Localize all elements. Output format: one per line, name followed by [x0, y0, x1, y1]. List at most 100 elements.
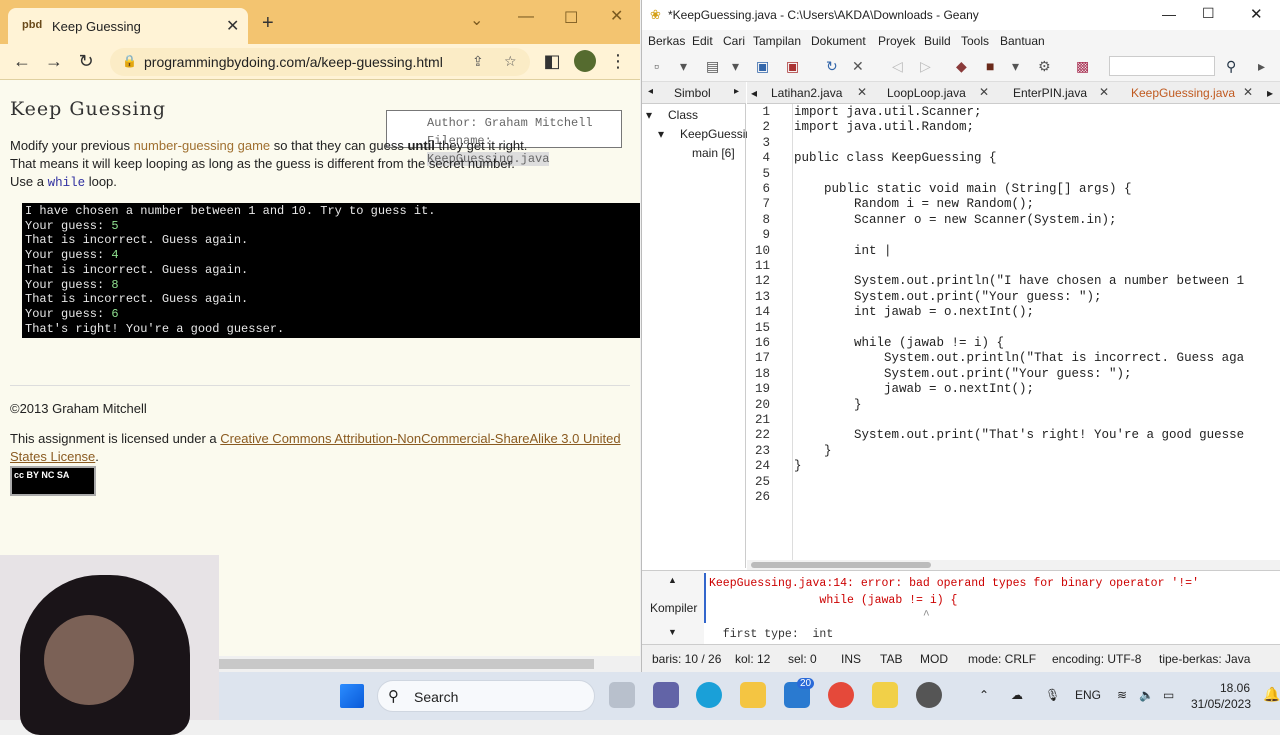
scrollbar-thumb[interactable] [751, 562, 931, 568]
code-editor[interactable]: 1 2 3 4 5 6 7 8 9 10 11 12 13 14 15 16 17 18 19 20 21 22 23 24 2… [747, 104, 1280, 560]
close-file-icon[interactable]: ✕ [852, 58, 864, 75]
code-line[interactable]: System.out.println("I have chosen a numb… [794, 274, 1244, 288]
code-line[interactable]: import java.util.Scanner; [794, 105, 982, 119]
code-line[interactable]: } [794, 444, 832, 458]
search-input[interactable] [1109, 56, 1215, 76]
start-windows-icon[interactable] [340, 684, 364, 708]
color-chooser-icon[interactable]: ▩ [1076, 58, 1089, 75]
microphone-icon[interactable]: 🎙 [1045, 688, 1060, 702]
file-tab-looploop[interactable]: LoopLoop.java [887, 86, 966, 100]
close-tab-icon[interactable]: ✕ [979, 85, 989, 99]
menu-berkas[interactable]: Berkas [648, 34, 685, 48]
address-bar[interactable]: 🔒 programmingbydoing.com/a/keep-guessing… [110, 48, 530, 76]
horizontal-scrollbar[interactable] [219, 656, 640, 672]
code-line[interactable]: System.out.print("Your guess: "); [794, 290, 1102, 304]
navigate-forward-icon[interactable]: ▷ [920, 58, 931, 75]
wifi-icon[interactable]: ≋ [1117, 688, 1127, 702]
edge-icon[interactable] [696, 682, 722, 708]
cc-license-badge[interactable]: cc BY NC SA [10, 466, 96, 496]
file-tab-latihan2[interactable]: Latihan2.java [771, 86, 842, 100]
recorder-icon[interactable] [916, 682, 942, 708]
arrow-up-icon[interactable]: ▲ [668, 575, 677, 585]
menu-proyek[interactable]: Proyek [878, 34, 915, 48]
reload-file-icon[interactable]: ↻ [826, 58, 838, 75]
number-guessing-link[interactable]: number-guessing game [134, 138, 271, 153]
chrome-icon[interactable] [828, 682, 854, 708]
tab-scroll-right-icon[interactable]: ▸ [1267, 86, 1273, 100]
arrow-right-icon[interactable]: ▸ [734, 86, 739, 97]
open-folder-icon[interactable]: ▤ [706, 58, 719, 75]
tree-root-class[interactable]: Class [668, 108, 698, 122]
code-line[interactable]: } [794, 398, 862, 412]
compiler-error-line[interactable]: while (jawab != i) { [709, 594, 957, 607]
more-arrow-icon[interactable]: ▸ [1258, 58, 1265, 75]
more-menu-icon[interactable]: ⋮ [606, 51, 630, 72]
tree-expander-icon[interactable]: ▾ [658, 127, 664, 141]
minimize-icon[interactable]: — [1162, 6, 1176, 22]
browser-tab[interactable]: pbd Keep Guessing ✕ [8, 8, 248, 44]
forward-icon[interactable]: → [42, 51, 66, 72]
menu-build[interactable]: Build [924, 34, 951, 48]
new-file-icon[interactable]: ▫ [654, 58, 659, 74]
arrow-left-icon[interactable]: ◂ [648, 86, 653, 97]
bookmark-star-icon[interactable]: ☆ [504, 53, 517, 70]
side-panel-icon[interactable]: ◧ [540, 51, 564, 72]
task-view-icon[interactable] [609, 682, 635, 708]
code-line[interactable]: while (jawab != i) { [794, 336, 1004, 350]
code-line[interactable]: public class KeepGuessing { [794, 151, 997, 165]
tree-expander-icon[interactable]: ▾ [646, 108, 652, 122]
tree-method-main[interactable]: main [6] [692, 146, 735, 160]
search-icon[interactable]: ⚲ [1226, 58, 1236, 75]
close-tab-icon[interactable]: ✕ [226, 16, 239, 36]
minimize-icon[interactable]: — [518, 8, 534, 26]
menu-tampilan[interactable]: Tampilan [753, 34, 801, 48]
share-icon[interactable]: ⇪ [472, 53, 484, 70]
sidebar-tab-simbol[interactable]: ◂ Simbol ▸ [642, 82, 746, 104]
menu-edit[interactable]: Edit [692, 34, 713, 48]
code-line[interactable]: Random i = new Random(); [794, 197, 1034, 211]
file-tab-enterpin[interactable]: EnterPIN.java [1013, 86, 1087, 100]
menu-bantuan[interactable]: Bantuan [1000, 34, 1045, 48]
close-tab-icon[interactable]: ✕ [1243, 85, 1253, 99]
close-window-icon[interactable]: ✕ [610, 6, 623, 26]
compiler-tab[interactable]: Kompiler [650, 601, 697, 615]
code-line[interactable]: Scanner o = new Scanner(System.in); [794, 213, 1117, 227]
dropdown-icon[interactable]: ▾ [680, 58, 687, 75]
onedrive-cloud-icon[interactable]: ☁ [1011, 688, 1023, 702]
navigate-back-icon[interactable]: ◁ [892, 58, 903, 75]
editor-horizontal-scrollbar[interactable] [747, 560, 1280, 570]
menu-cari[interactable]: Cari [723, 34, 745, 48]
dropdown-icon[interactable]: ▾ [732, 58, 739, 75]
tree-class-keepguessing[interactable]: KeepGuessin [680, 127, 752, 141]
code-line[interactable]: int jawab = o.nextInt(); [794, 305, 1034, 319]
code-line[interactable]: public static void main (String[] args) … [794, 182, 1132, 196]
code-line[interactable]: System.out.println("That is incorrect. G… [794, 351, 1244, 365]
battery-icon[interactable]: ▭ [1163, 688, 1174, 702]
teams-icon[interactable] [653, 682, 679, 708]
close-tab-icon[interactable]: ✕ [857, 85, 867, 99]
volume-icon[interactable]: 🔈 [1139, 688, 1154, 702]
code-line[interactable]: import java.util.Random; [794, 120, 974, 134]
profile-avatar[interactable] [574, 50, 596, 72]
scrollbar-thumb[interactable] [219, 659, 594, 669]
maximize-icon[interactable]: ☐ [1202, 5, 1215, 22]
menu-tools[interactable]: Tools [961, 34, 989, 48]
file-tab-keepguessing[interactable]: KeepGuessing.java [1131, 86, 1235, 100]
tray-chevron-icon[interactable]: ⌃ [979, 688, 989, 702]
geany-taskbar-icon[interactable] [872, 682, 898, 708]
compiler-error-line[interactable]: KeepGuessing.java:14: error: bad operand… [709, 577, 1199, 590]
notification-bell-icon[interactable]: 🔔 [1263, 686, 1280, 703]
code-line[interactable]: int | [794, 244, 892, 258]
clock-time[interactable]: 18.06 [1218, 681, 1250, 695]
clock-date[interactable]: 31/05/2023 [1185, 697, 1251, 711]
build-icon[interactable]: ■ [986, 58, 994, 74]
code-line[interactable]: System.out.print("Your guess: "); [794, 367, 1132, 381]
save-icon[interactable]: ▣ [756, 58, 769, 75]
chevron-down-icon[interactable]: ⌄ [470, 10, 483, 30]
execute-gear-icon[interactable]: ⚙ [1038, 58, 1051, 75]
code-line[interactable]: System.out.print("That's right! You're a… [794, 428, 1244, 442]
tab-scroll-left-icon[interactable]: ◂ [751, 86, 757, 100]
dropdown-icon[interactable]: ▾ [1012, 58, 1019, 75]
menu-dokument[interactable]: Dokument [811, 34, 866, 48]
arrow-down-icon[interactable]: ▼ [668, 627, 677, 637]
